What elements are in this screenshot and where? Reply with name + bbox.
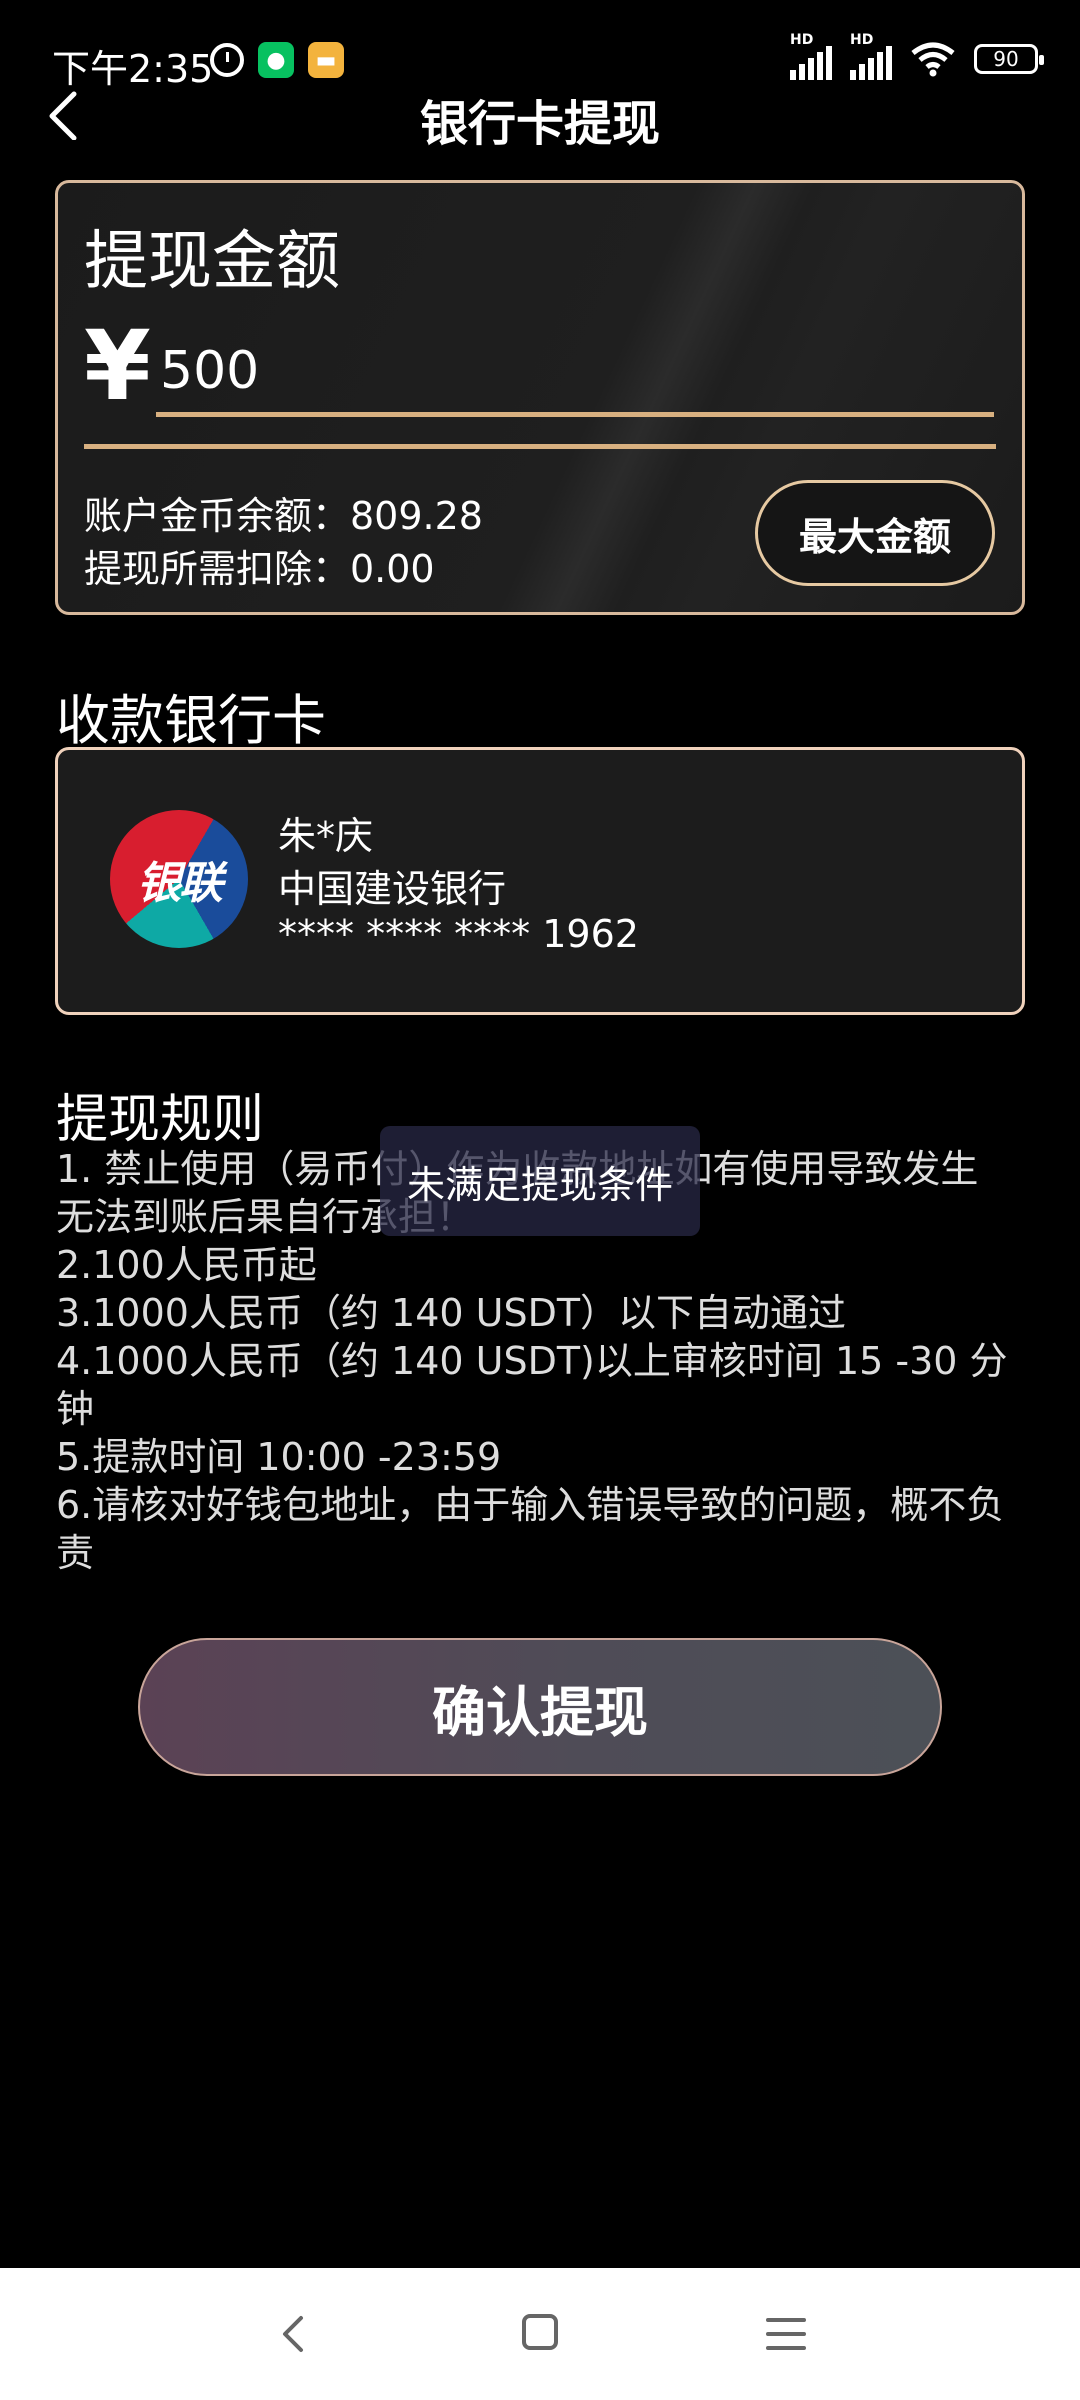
nav-back-icon[interactable]: [275, 2314, 315, 2354]
rules-title: 提现规则: [56, 1090, 265, 1150]
currency-symbol: ¥: [84, 310, 151, 422]
rule-item: 6.请核对好钱包地址，由于输入错误导致的问题，概不负责: [56, 1483, 1005, 1575]
card-holder-name: 朱*庆: [278, 814, 374, 858]
nav-menu-icon[interactable]: [764, 2314, 808, 2354]
rule-item: 5.提款时间 10:00 -23:59: [56, 1435, 502, 1479]
unionpay-logo: 银联: [110, 810, 248, 948]
deduction-text: 提现所需扣除：0.00: [84, 547, 435, 591]
amount-divider: [84, 444, 996, 449]
status-system-icons: HD HD 90: [790, 32, 1044, 80]
nav-home-icon[interactable]: [520, 2312, 560, 2352]
max-amount-button[interactable]: 最大金额: [755, 480, 995, 586]
rule-item: 4.1000人民币（约 140 USDT)以上审核时间 15 -30 分钟: [56, 1339, 1008, 1431]
alarm-icon: [210, 43, 244, 77]
wifi-icon: [911, 42, 955, 77]
bank-name: 中国建设银行: [278, 867, 507, 911]
page-title: 银行卡提现: [419, 96, 660, 152]
amount-input[interactable]: [156, 330, 994, 417]
signal-icon: HD: [850, 32, 892, 80]
balance-text: 账户金币余额：809.28: [84, 494, 483, 538]
bank-section-label: 收款银行卡: [56, 689, 326, 752]
status-notification-icons: ● ▬: [210, 42, 344, 78]
wechat-icon: ●: [258, 42, 294, 78]
amount-card-title: 提现金额: [84, 225, 340, 299]
confirm-withdraw-button[interactable]: 确认提现: [138, 1638, 942, 1776]
rule-item: 3.1000人民币（约 140 USDT）以下自动通过: [56, 1291, 847, 1335]
unionpay-logo-text: 银联: [137, 858, 223, 909]
notes-icon: ▬: [308, 42, 344, 78]
signal-icon: HD: [790, 32, 832, 80]
battery-icon: 90: [974, 44, 1044, 74]
card-number: **** **** **** 1962: [278, 912, 639, 956]
rule-item: 2.100人民币起: [56, 1243, 317, 1287]
toast-message: 未满足提现条件: [380, 1126, 700, 1236]
